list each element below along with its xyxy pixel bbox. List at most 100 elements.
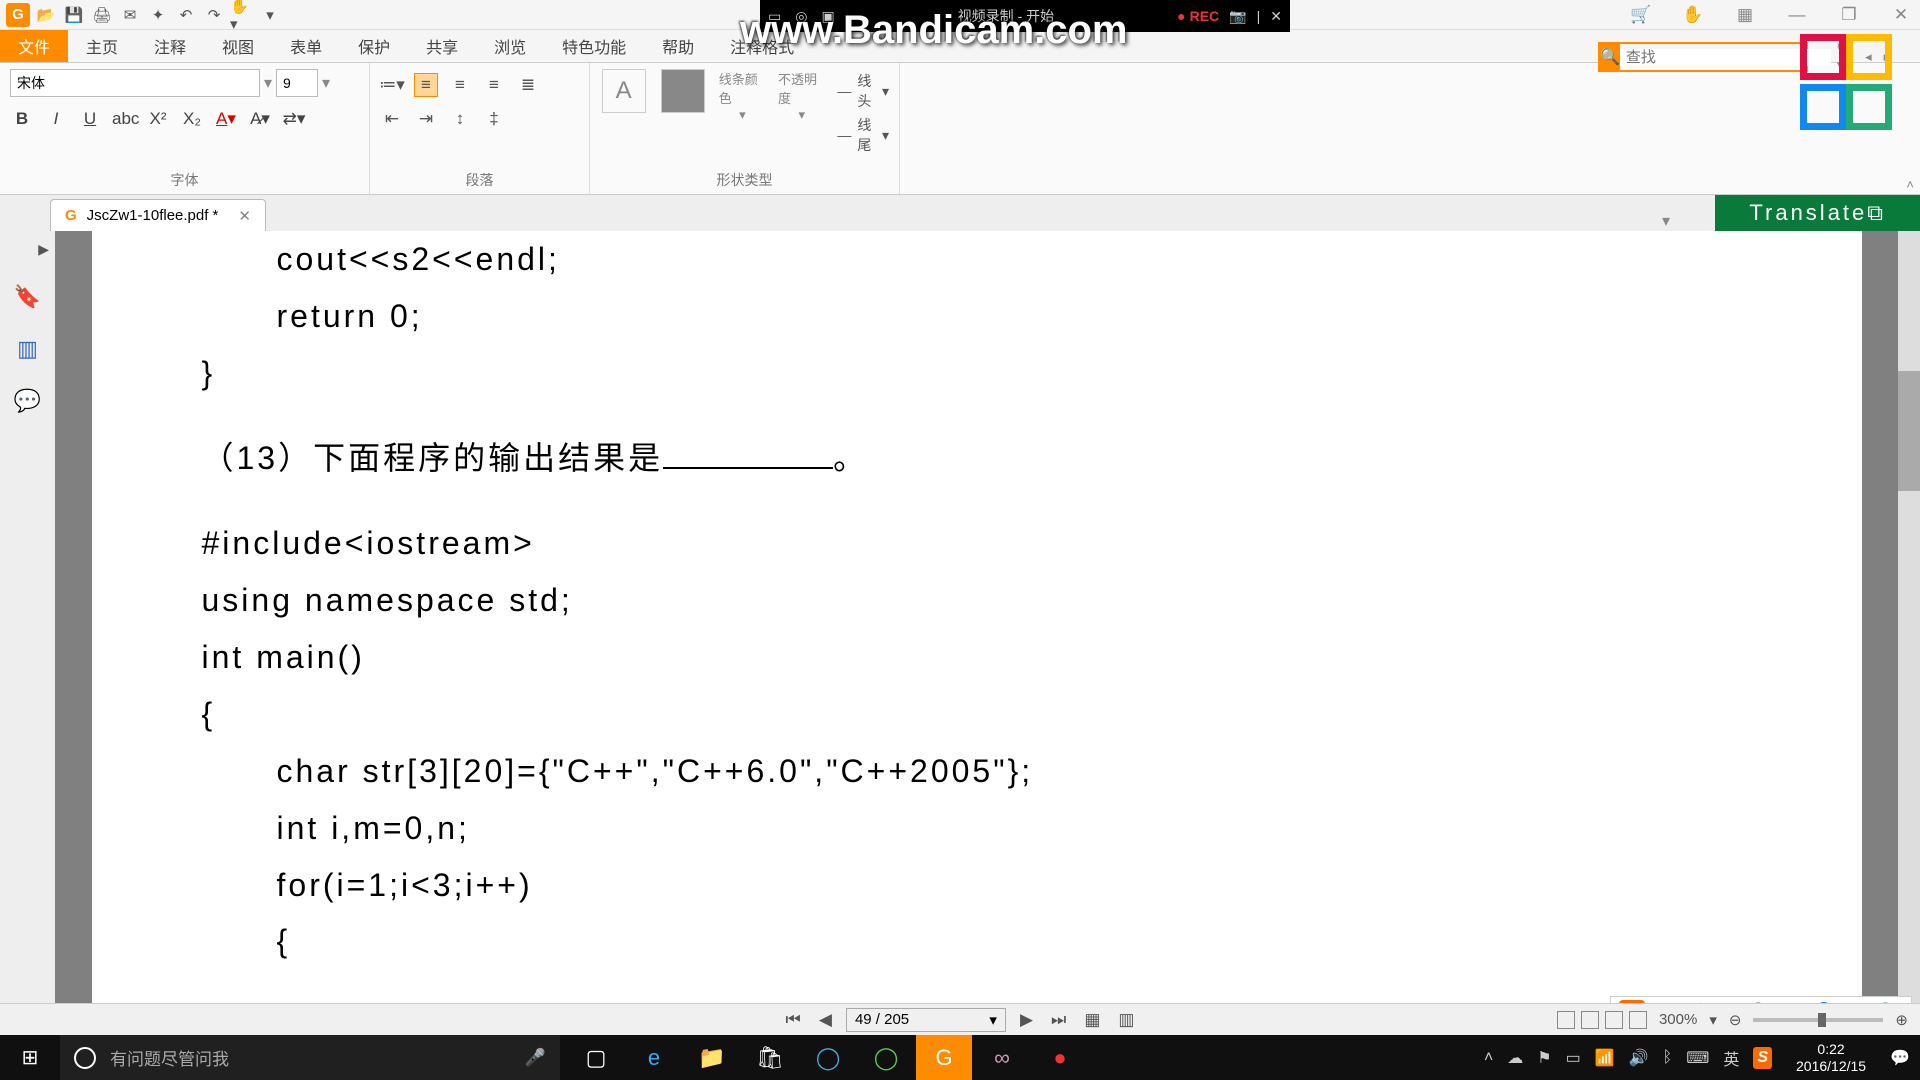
- align-left-button[interactable]: ≡: [414, 73, 438, 97]
- action-center-icon[interactable]: 💬: [1890, 1048, 1910, 1068]
- shape-style-b[interactable]: [659, 69, 706, 117]
- menu-annotate[interactable]: 注释: [136, 30, 204, 62]
- print-icon[interactable]: 🖨: [90, 3, 114, 27]
- restore-button[interactable]: ❐: [1838, 4, 1860, 26]
- menu-share[interactable]: 共享: [408, 30, 476, 62]
- font-color-button[interactable]: A▾: [214, 109, 238, 129]
- prev-page-button[interactable]: ◀: [815, 1010, 836, 1030]
- document-tab[interactable]: G JscZw1-10flee.pdf * ✕: [50, 199, 266, 231]
- zoom-level[interactable]: 300%: [1659, 1011, 1697, 1028]
- opacity-button[interactable]: 不透明度▾: [778, 69, 825, 123]
- tray-sogou-icon[interactable]: S: [1753, 1047, 1772, 1069]
- bandicam-camera-icon[interactable]: 📷: [1229, 8, 1246, 25]
- close-button[interactable]: ✕: [1890, 4, 1912, 26]
- start-button[interactable]: ⊞: [0, 1045, 60, 1070]
- zoom-in-button[interactable]: ⊕: [1895, 1011, 1908, 1029]
- pages-icon[interactable]: ▥: [17, 336, 38, 362]
- bandicam-rec-button[interactable]: REC: [1177, 8, 1219, 24]
- align-right-button[interactable]: ≡: [482, 73, 506, 97]
- char-spacing-button[interactable]: ⇄▾: [282, 109, 306, 129]
- shape-style-a[interactable]: A: [600, 69, 647, 117]
- first-page-button[interactable]: ⏮: [782, 1010, 805, 1030]
- hand-tool-icon[interactable]: ✋: [1682, 4, 1704, 26]
- store-app-icon[interactable]: 🛍: [742, 1035, 798, 1080]
- tray-onedrive-icon[interactable]: ☁: [1507, 1048, 1523, 1068]
- tray-wifi-icon[interactable]: 📶: [1595, 1048, 1615, 1068]
- next-page-button[interactable]: ▶: [1016, 1010, 1037, 1030]
- bandicam-screen-icon[interactable]: ▭: [768, 8, 781, 25]
- bandicam-window-icon[interactable]: ▣: [821, 8, 834, 25]
- tab-close-icon[interactable]: ✕: [238, 207, 251, 225]
- explorer-app-icon[interactable]: 📁: [684, 1035, 740, 1080]
- superscript-button[interactable]: X²: [146, 109, 170, 129]
- indent-decrease-button[interactable]: ⇤: [380, 107, 404, 131]
- tray-display-icon[interactable]: ▭: [1566, 1048, 1581, 1068]
- hand-icon[interactable]: ✋▾: [230, 3, 254, 27]
- taskbar-clock[interactable]: 0:222016/12/15: [1786, 1041, 1876, 1075]
- tray-flag-icon[interactable]: ⚑: [1537, 1048, 1551, 1068]
- tray-keyboard-icon[interactable]: ⌨: [1686, 1048, 1709, 1068]
- tray-bluetooth-icon[interactable]: ᛒ: [1663, 1049, 1673, 1067]
- tray-volume-icon[interactable]: 🔊: [1629, 1048, 1649, 1068]
- edge-app-icon[interactable]: e: [626, 1035, 682, 1080]
- save-icon[interactable]: 💾: [62, 3, 86, 27]
- app-green-icon[interactable]: ◯: [858, 1035, 914, 1080]
- bullet-list-button[interactable]: ≔▾: [380, 73, 404, 97]
- vs-app-icon[interactable]: ∞: [974, 1035, 1030, 1080]
- font-name-input[interactable]: [10, 69, 260, 97]
- indent-increase-button[interactable]: ⇥: [414, 107, 438, 131]
- mail-icon[interactable]: ✉: [118, 3, 142, 27]
- layout-mode-buttons[interactable]: [1557, 1011, 1647, 1029]
- app-blue-icon[interactable]: ◯: [800, 1035, 856, 1080]
- menu-features[interactable]: 特色功能: [544, 30, 644, 62]
- foxit-app-icon[interactable]: G: [916, 1035, 972, 1080]
- cart-icon[interactable]: 🛒: [1630, 4, 1652, 26]
- zoom-out-button[interactable]: ⊖: [1729, 1011, 1742, 1029]
- tray-ime-lang[interactable]: 英: [1723, 1046, 1739, 1070]
- menu-file[interactable]: 文件: [0, 30, 68, 62]
- line-head-option[interactable]: — 线头 ▾: [837, 69, 889, 113]
- menu-protect[interactable]: 保护: [340, 30, 408, 62]
- view-mode-2-icon[interactable]: ▥: [1114, 1010, 1138, 1030]
- line-tail-option[interactable]: — 线尾 ▾: [837, 113, 889, 157]
- font-name-dropdown-icon[interactable]: ▾: [264, 73, 272, 93]
- page-number-field[interactable]: 49 / 205▾: [846, 1008, 1006, 1032]
- menu-annot-format[interactable]: 注释格式: [712, 30, 812, 62]
- qa-dropdown-icon[interactable]: ▾: [258, 3, 282, 27]
- tab-list-dropdown-icon[interactable]: ▾: [1662, 211, 1670, 231]
- open-icon[interactable]: 📂: [34, 3, 58, 27]
- last-page-button[interactable]: ⏭: [1047, 1010, 1070, 1030]
- zoom-slider[interactable]: [1753, 1018, 1883, 1022]
- menu-browse[interactable]: 浏览: [476, 30, 544, 62]
- comments-icon[interactable]: 💬: [14, 388, 41, 414]
- bandicam-target-icon[interactable]: ◎: [795, 8, 807, 25]
- subscript-button[interactable]: X₂: [180, 109, 204, 129]
- undo-icon[interactable]: ↶: [174, 3, 198, 27]
- bookmarks-icon[interactable]: 🔖: [14, 284, 41, 310]
- tray-overflow-icon[interactable]: ˄: [1484, 1049, 1493, 1067]
- font-size-dropdown-icon[interactable]: ▾: [322, 73, 330, 93]
- clear-format-button[interactable]: A̷▾: [248, 109, 272, 129]
- font-size-input[interactable]: [276, 69, 318, 97]
- task-view-button[interactable]: ▢: [568, 1035, 624, 1080]
- cortana-mic-icon[interactable]: 🎤: [525, 1048, 546, 1068]
- strikethrough-button[interactable]: abc: [112, 109, 136, 129]
- translate-button[interactable]: Translate ⧉: [1715, 195, 1920, 231]
- align-center-button[interactable]: ≡: [448, 73, 472, 97]
- panel-expand-icon[interactable]: ▶: [38, 241, 49, 258]
- new-icon[interactable]: ✦: [146, 3, 170, 27]
- page-viewport[interactable]: cout<<s2<<endl; return 0; } （13）下面程序的输出结…: [55, 231, 1898, 1035]
- text-direction-button[interactable]: ↕: [448, 107, 472, 131]
- menu-help[interactable]: 帮助: [644, 30, 712, 62]
- bold-button[interactable]: B: [10, 109, 34, 129]
- search-icon[interactable]: 🔍: [1600, 44, 1620, 70]
- line-spacing-button[interactable]: ‡: [482, 107, 506, 131]
- line-color-button[interactable]: 线条颜色▾: [719, 69, 766, 123]
- menu-view[interactable]: 视图: [204, 30, 272, 62]
- menu-home[interactable]: 主页: [68, 30, 136, 62]
- align-justify-button[interactable]: ≣: [516, 73, 540, 97]
- cortana-search[interactable]: 有问题尽管问我 🎤: [60, 1035, 560, 1080]
- view-mode-1-icon[interactable]: ▦: [1080, 1010, 1104, 1030]
- vertical-scrollbar[interactable]: [1898, 231, 1920, 1035]
- underline-button[interactable]: U: [78, 109, 102, 129]
